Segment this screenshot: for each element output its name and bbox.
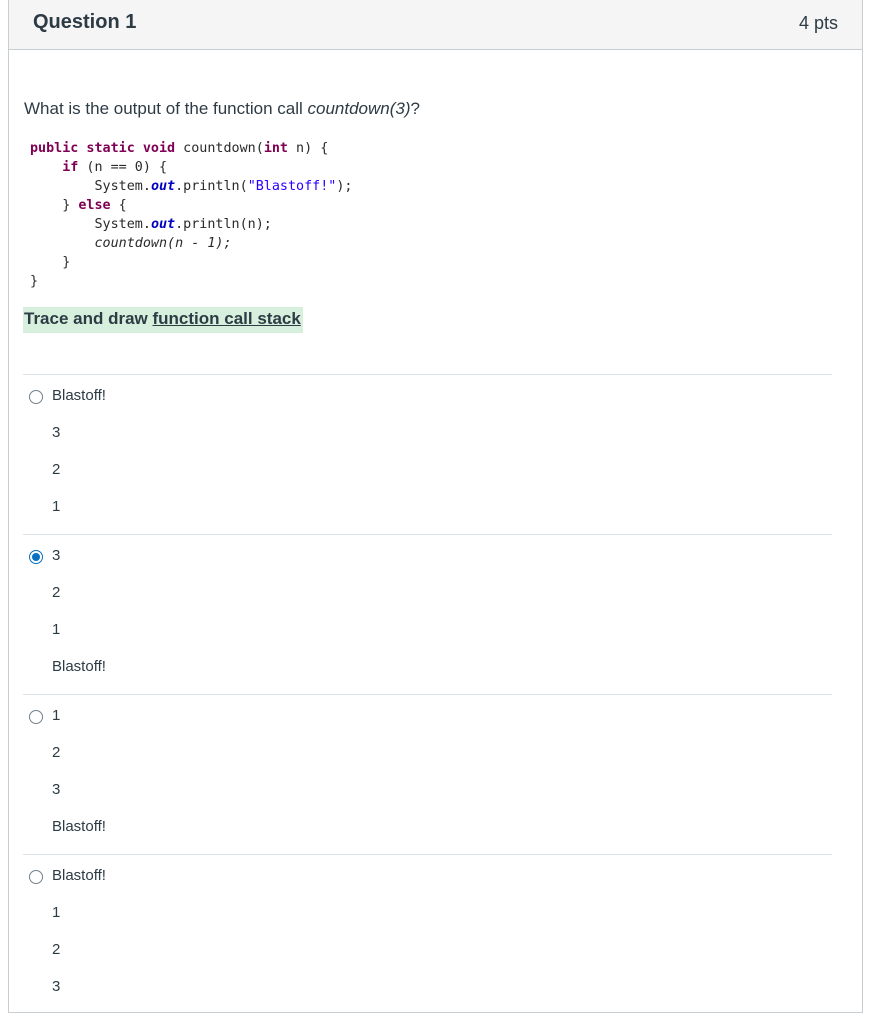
code-token: .println(n);	[175, 217, 272, 232]
question-title: Question 1	[33, 11, 137, 33]
code-token: countdown(	[175, 141, 264, 156]
answer-line: 1	[52, 904, 61, 921]
code-token: out	[150, 179, 176, 194]
code-token: .println(	[175, 179, 248, 194]
code-token: int	[263, 141, 288, 156]
code-token: {	[110, 198, 127, 213]
answer-option-1[interactable]: Blastoff! 3 2 1	[23, 374, 832, 534]
prompt-function-call: countdown(3)	[307, 99, 411, 118]
answer-line: 3	[52, 978, 61, 995]
code-token: }	[62, 198, 79, 213]
code-token: }	[62, 255, 71, 270]
answer-line: 1	[52, 621, 61, 638]
answer-line: 2	[52, 744, 61, 761]
hint-link[interactable]: function call stack	[153, 309, 301, 328]
answer-line: Blastoff!	[52, 867, 106, 884]
code-token: }	[30, 274, 39, 289]
hint-text: Trace and draw	[24, 309, 153, 328]
code-token: System.	[94, 179, 151, 194]
radio-button-1[interactable]	[29, 390, 43, 404]
answer-list: Blastoff! 3 2 1 3 2 1 Blastoff! 1 2 3 Bl…	[23, 374, 832, 1014]
radio-button-4[interactable]	[29, 870, 43, 884]
answer-line: 3	[52, 547, 61, 564]
question-points: 4 pts	[798, 13, 838, 33]
code-token: if	[62, 160, 79, 175]
hint-highlight: Trace and draw function call stack	[23, 307, 303, 333]
code-token: (n == 0) {	[78, 160, 168, 175]
answer-option-2[interactable]: 3 2 1 Blastoff!	[23, 534, 832, 694]
code-token: );	[336, 179, 353, 194]
radio-button-2[interactable]	[29, 550, 43, 564]
answer-line: Blastoff!	[52, 658, 106, 675]
question-prompt: What is the output of the function call …	[24, 99, 420, 119]
code-token: out	[150, 217, 176, 232]
radio-button-3[interactable]	[29, 710, 43, 724]
answer-line: 2	[52, 941, 61, 958]
code-token: public static void	[30, 141, 176, 156]
code-token: "Blastoff!"	[247, 179, 337, 194]
answer-line: 1	[52, 707, 61, 724]
code-token: countdown(n - 1);	[94, 236, 232, 251]
prompt-end: ?	[410, 99, 420, 118]
answer-line: 2	[52, 584, 61, 601]
answer-line: 2	[52, 461, 61, 478]
question-header: Question 1 4 pts	[9, 0, 862, 50]
prompt-text: What is the output of the function call	[24, 99, 308, 118]
answer-line: Blastoff!	[52, 818, 106, 835]
code-token: else	[78, 198, 111, 213]
answer-option-4[interactable]: Blastoff! 1 2 3	[23, 854, 832, 1014]
code-token: System.	[94, 217, 151, 232]
code-snippet: public static void countdown(int n) { if…	[30, 139, 353, 291]
answer-line: 3	[52, 781, 61, 798]
answer-line: 3	[52, 424, 61, 441]
code-token: n) {	[288, 141, 329, 156]
answer-line: Blastoff!	[52, 387, 106, 404]
answer-line: 1	[52, 498, 61, 515]
answer-option-3[interactable]: 1 2 3 Blastoff!	[23, 694, 832, 854]
